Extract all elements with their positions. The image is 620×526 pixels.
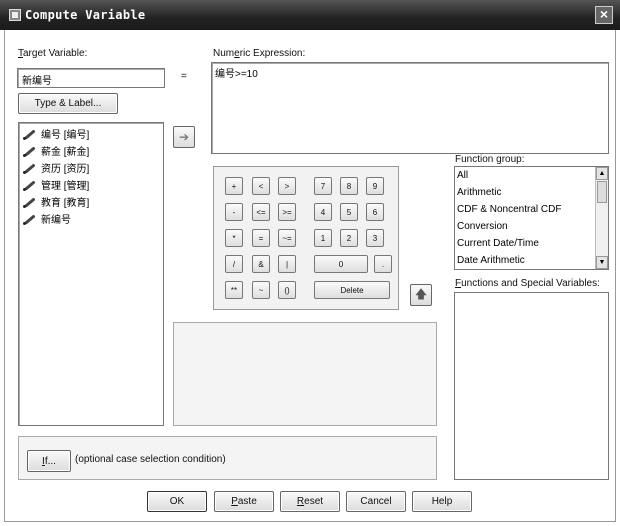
arrow-right-icon: ➔ bbox=[178, 130, 190, 144]
variable-item[interactable]: 管理 [管理] bbox=[19, 176, 163, 193]
reset-button[interactable]: Reset bbox=[280, 491, 340, 512]
key-not-equal[interactable]: ~= bbox=[278, 229, 296, 247]
key-not[interactable]: ~ bbox=[252, 281, 270, 299]
key-multiply[interactable]: * bbox=[225, 229, 243, 247]
target-variable-input[interactable]: 新编号 bbox=[17, 68, 165, 88]
variable-item[interactable]: 编号 [编号] bbox=[19, 125, 163, 142]
key-6[interactable]: 6 bbox=[366, 203, 384, 221]
if-button[interactable]: If... bbox=[27, 450, 71, 472]
type-label-button[interactable]: Type & Label... bbox=[18, 93, 118, 114]
app-icon bbox=[9, 9, 21, 21]
key-power[interactable]: ** bbox=[225, 281, 243, 299]
help-button[interactable]: Help bbox=[412, 491, 472, 512]
key-8[interactable]: 8 bbox=[340, 177, 358, 195]
function-group-item[interactable]: Arithmetic bbox=[455, 184, 608, 201]
pencil-icon bbox=[23, 128, 37, 140]
pencil-icon bbox=[23, 196, 37, 208]
function-description-area bbox=[173, 322, 437, 426]
pencil-icon bbox=[23, 145, 37, 157]
functions-special-list[interactable] bbox=[454, 292, 609, 480]
function-group-item[interactable]: All bbox=[455, 167, 608, 184]
ok-button[interactable]: OK bbox=[147, 491, 207, 512]
scroll-down-icon[interactable]: ▼ bbox=[596, 256, 608, 269]
function-group-item[interactable]: Date Arithmetic bbox=[455, 252, 608, 269]
pencil-icon bbox=[23, 162, 37, 174]
function-group-item[interactable]: Conversion bbox=[455, 218, 608, 235]
window-title: Compute Variable bbox=[25, 8, 146, 22]
numeric-expression-input[interactable]: 编号>=10 bbox=[211, 62, 609, 154]
title-bar: Compute Variable × bbox=[0, 0, 620, 30]
equals-sign: = bbox=[181, 71, 187, 82]
key-greater-equal[interactable]: >= bbox=[278, 203, 296, 221]
key-2[interactable]: 2 bbox=[340, 229, 358, 247]
move-function-up-button[interactable]: 🡅 bbox=[410, 284, 432, 306]
variable-item[interactable]: 教育 [教育] bbox=[19, 193, 163, 210]
paste-button[interactable]: Paste bbox=[214, 491, 274, 512]
key-and[interactable]: & bbox=[252, 255, 270, 273]
key-greater-than[interactable]: > bbox=[278, 177, 296, 195]
cancel-button[interactable]: Cancel bbox=[346, 491, 406, 512]
target-variable-label: Target Variable: bbox=[18, 48, 88, 59]
key-less-than[interactable]: < bbox=[252, 177, 270, 195]
function-group-label: Function group: bbox=[455, 154, 525, 165]
functions-special-label: Functions and Special Variables: bbox=[455, 278, 600, 289]
key-7[interactable]: 7 bbox=[314, 177, 332, 195]
close-button[interactable]: × bbox=[595, 6, 613, 24]
numeric-expression-label: Numeric Expression: bbox=[213, 48, 306, 59]
arrow-up-icon: 🡅 bbox=[414, 286, 428, 301]
key-0[interactable]: 0 bbox=[314, 255, 368, 273]
function-group-item[interactable]: Current Date/Time bbox=[455, 235, 608, 252]
variable-item[interactable]: 新编号 bbox=[19, 210, 163, 227]
function-group-item[interactable]: CDF & Noncentral CDF bbox=[455, 201, 608, 218]
key-3[interactable]: 3 bbox=[366, 229, 384, 247]
key-plus[interactable]: + bbox=[225, 177, 243, 195]
scroll-up-icon[interactable]: ▲ bbox=[596, 167, 608, 180]
key-1[interactable]: 1 bbox=[314, 229, 332, 247]
delete-key[interactable]: Delete bbox=[314, 281, 390, 299]
function-group-list[interactable]: All Arithmetic CDF & Noncentral CDF Conv… bbox=[454, 166, 609, 270]
variable-list[interactable]: 编号 [编号] 薪金 [薪金] 资历 [资历] 管理 [管理] 教育 [教育] … bbox=[18, 122, 164, 426]
pencil-icon bbox=[23, 179, 37, 191]
key-decimal[interactable]: . bbox=[374, 255, 392, 273]
key-4[interactable]: 4 bbox=[314, 203, 332, 221]
key-parentheses[interactable]: () bbox=[278, 281, 296, 299]
key-5[interactable]: 5 bbox=[340, 203, 358, 221]
key-divide[interactable]: / bbox=[225, 255, 243, 273]
variable-item[interactable]: 薪金 [薪金] bbox=[19, 142, 163, 159]
dialog-body: Target Variable: 新编号 = Type & Label... N… bbox=[4, 30, 616, 522]
calculator-keypad: + < > 7 8 9 - <= >= 4 5 6 * = ~= 1 2 3 /… bbox=[213, 166, 399, 310]
key-less-equal[interactable]: <= bbox=[252, 203, 270, 221]
key-or[interactable]: | bbox=[278, 255, 296, 273]
key-minus[interactable]: - bbox=[225, 203, 243, 221]
if-condition-text: (optional case selection condition) bbox=[75, 454, 226, 465]
key-equals[interactable]: = bbox=[252, 229, 270, 247]
key-9[interactable]: 9 bbox=[366, 177, 384, 195]
variable-item[interactable]: 资历 [资历] bbox=[19, 159, 163, 176]
scrollbar-thumb[interactable] bbox=[597, 181, 607, 203]
pencil-icon bbox=[23, 213, 37, 225]
move-to-expression-button[interactable]: ➔ bbox=[173, 126, 195, 148]
function-group-scrollbar[interactable]: ▲ ▼ bbox=[595, 167, 608, 269]
